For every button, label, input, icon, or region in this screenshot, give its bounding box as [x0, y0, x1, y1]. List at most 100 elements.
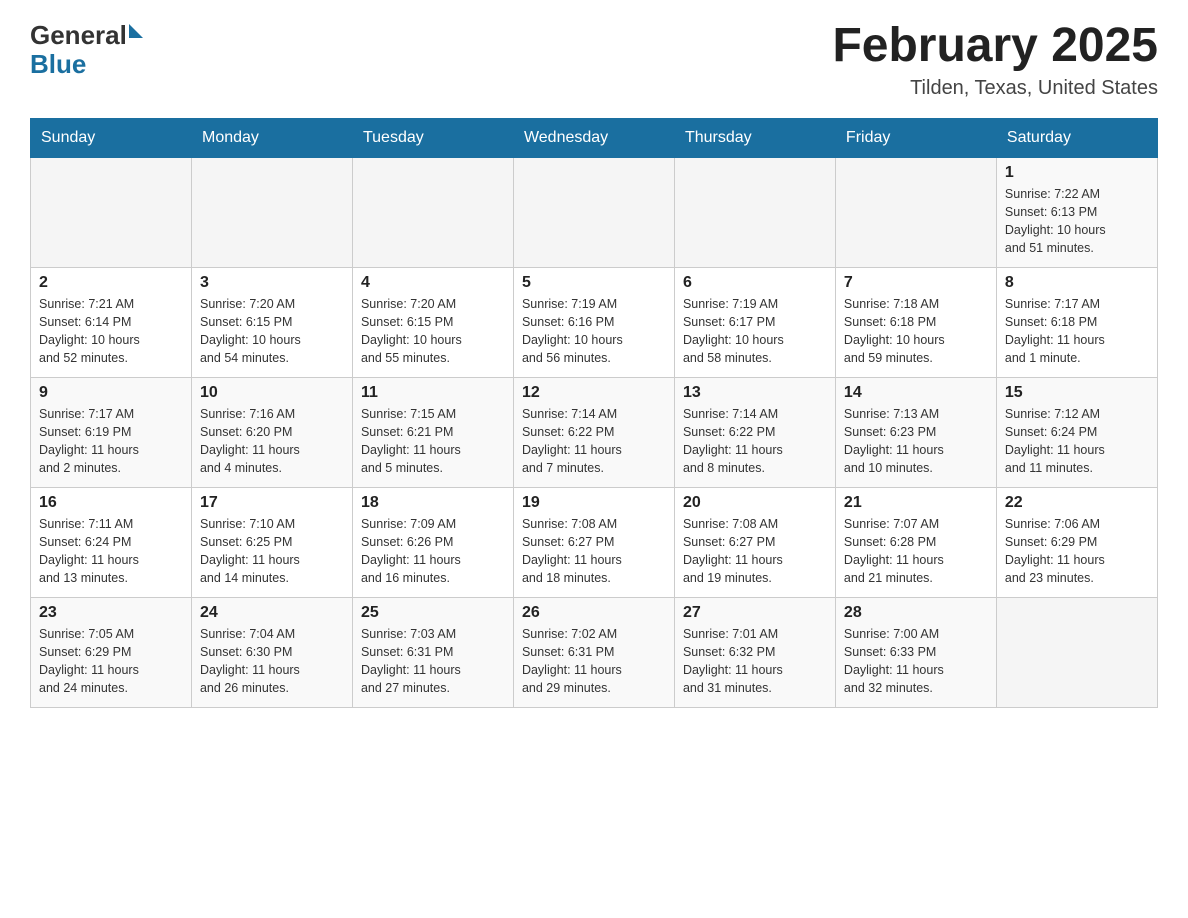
calendar-table: SundayMondayTuesdayWednesdayThursdayFrid… [30, 118, 1158, 708]
calendar-cell: 1 Sunrise: 7:22 AM Sunset: 6:13 PM Daylig… [996, 157, 1157, 267]
day-info: Sunrise: 7:20 AM Sunset: 6:15 PM Dayligh… [361, 295, 505, 368]
day-info: Sunrise: 7:08 AM Sunset: 6:27 PM Dayligh… [683, 515, 827, 588]
calendar-cell: 2Sunrise: 7:21 AM Sunset: 6:14 PM Daylig… [31, 267, 192, 377]
calendar-cell: 4 Sunrise: 7:20 AM Sunset: 6:15 PM Daylig… [352, 267, 513, 377]
calendar-cell: 26 Sunrise: 7:02 AM Sunset: 6:31 PM Dayli… [513, 597, 674, 707]
calendar-cell: 9Sunrise: 7:17 AM Sunset: 6:19 PM Daylig… [31, 377, 192, 487]
day-info: Sunrise: 7:04 AM Sunset: 6:30 PM Dayligh… [200, 625, 344, 698]
calendar-cell: 13 Sunrise: 7:14 AM Sunset: 6:22 PM Dayli… [674, 377, 835, 487]
calendar-cell: 3 Sunrise: 7:20 AM Sunset: 6:15 PM Daylig… [191, 267, 352, 377]
day-info: Sunrise: 7:03 AM Sunset: 6:31 PM Dayligh… [361, 625, 505, 698]
day-info: Sunrise: 7:07 AM Sunset: 6:28 PM Dayligh… [844, 515, 988, 588]
calendar-cell: 8 Sunrise: 7:17 AM Sunset: 6:18 PM Daylig… [996, 267, 1157, 377]
day-info: Sunrise: 7:10 AM Sunset: 6:25 PM Dayligh… [200, 515, 344, 588]
day-number: 4 [361, 274, 505, 292]
calendar-cell [835, 157, 996, 267]
day-info: Sunrise: 7:13 AM Sunset: 6:23 PM Dayligh… [844, 405, 988, 478]
day-info: Sunrise: 7:19 AM Sunset: 6:17 PM Dayligh… [683, 295, 827, 368]
day-number: 5 [522, 274, 666, 292]
day-number: 17 [200, 494, 344, 512]
day-number: 15 [1005, 384, 1149, 402]
day-number: 8 [1005, 274, 1149, 292]
calendar-cell: 27 Sunrise: 7:01 AM Sunset: 6:32 PM Dayli… [674, 597, 835, 707]
calendar-cell [996, 597, 1157, 707]
day-number: 27 [683, 604, 827, 622]
day-info: Sunrise: 7:16 AM Sunset: 6:20 PM Dayligh… [200, 405, 344, 478]
day-number: 13 [683, 384, 827, 402]
calendar-week-5: 23 Sunrise: 7:05 AM Sunset: 6:29 PM Dayli… [31, 597, 1158, 707]
logo-general-text: General [30, 20, 127, 51]
day-number: 18 [361, 494, 505, 512]
calendar-cell: 5 Sunrise: 7:19 AM Sunset: 6:16 PM Daylig… [513, 267, 674, 377]
day-info: Sunrise: 7:18 AM Sunset: 6:18 PM Dayligh… [844, 295, 988, 368]
calendar-cell: 21Sunrise: 7:07 AM Sunset: 6:28 PM Dayli… [835, 487, 996, 597]
calendar-cell: 10Sunrise: 7:16 AM Sunset: 6:20 PM Dayli… [191, 377, 352, 487]
day-number: 25 [361, 604, 505, 622]
calendar-cell: 12Sunrise: 7:14 AM Sunset: 6:22 PM Dayli… [513, 377, 674, 487]
calendar-location: Tilden, Texas, United States [832, 77, 1158, 100]
day-number: 12 [522, 384, 666, 402]
calendar-cell: 25 Sunrise: 7:03 AM Sunset: 6:31 PM Dayli… [352, 597, 513, 707]
weekday-header-friday: Friday [835, 118, 996, 157]
day-info: Sunrise: 7:02 AM Sunset: 6:31 PM Dayligh… [522, 625, 666, 698]
day-number: 24 [200, 604, 344, 622]
calendar-cell: 28 Sunrise: 7:00 AM Sunset: 6:33 PM Dayli… [835, 597, 996, 707]
day-info: Sunrise: 7:08 AM Sunset: 6:27 PM Dayligh… [522, 515, 666, 588]
day-number: 14 [844, 384, 988, 402]
calendar-cell: 22Sunrise: 7:06 AM Sunset: 6:29 PM Dayli… [996, 487, 1157, 597]
day-number: 22 [1005, 494, 1149, 512]
calendar-cell [31, 157, 192, 267]
weekday-header-tuesday: Tuesday [352, 118, 513, 157]
calendar-title: February 2025 [832, 20, 1158, 73]
day-info: Sunrise: 7:19 AM Sunset: 6:16 PM Dayligh… [522, 295, 666, 368]
weekday-header-monday: Monday [191, 118, 352, 157]
day-info: Sunrise: 7:11 AM Sunset: 6:24 PM Dayligh… [39, 515, 183, 588]
day-info: Sunrise: 7:01 AM Sunset: 6:32 PM Dayligh… [683, 625, 827, 698]
calendar-cell: 17 Sunrise: 7:10 AM Sunset: 6:25 PM Dayli… [191, 487, 352, 597]
calendar-cell: 14 Sunrise: 7:13 AM Sunset: 6:23 PM Dayli… [835, 377, 996, 487]
calendar-cell: 23 Sunrise: 7:05 AM Sunset: 6:29 PM Dayli… [31, 597, 192, 707]
day-info: Sunrise: 7:22 AM Sunset: 6:13 PM Dayligh… [1005, 185, 1149, 258]
weekday-header-row: SundayMondayTuesdayWednesdayThursdayFrid… [31, 118, 1158, 157]
day-number: 3 [200, 274, 344, 292]
day-number: 11 [361, 384, 505, 402]
day-info: Sunrise: 7:20 AM Sunset: 6:15 PM Dayligh… [200, 295, 344, 368]
day-info: Sunrise: 7:14 AM Sunset: 6:22 PM Dayligh… [683, 405, 827, 478]
calendar-cell: 24 Sunrise: 7:04 AM Sunset: 6:30 PM Dayli… [191, 597, 352, 707]
calendar-body: 1 Sunrise: 7:22 AM Sunset: 6:13 PM Daylig… [31, 157, 1158, 707]
day-info: Sunrise: 7:05 AM Sunset: 6:29 PM Dayligh… [39, 625, 183, 698]
calendar-week-1: 1 Sunrise: 7:22 AM Sunset: 6:13 PM Daylig… [31, 157, 1158, 267]
day-number: 23 [39, 604, 183, 622]
calendar-cell [513, 157, 674, 267]
calendar-cell [352, 157, 513, 267]
day-number: 7 [844, 274, 988, 292]
day-number: 2 [39, 274, 183, 292]
calendar-week-3: 9Sunrise: 7:17 AM Sunset: 6:19 PM Daylig… [31, 377, 1158, 487]
calendar-cell: 16Sunrise: 7:11 AM Sunset: 6:24 PM Dayli… [31, 487, 192, 597]
calendar-cell: 18Sunrise: 7:09 AM Sunset: 6:26 PM Dayli… [352, 487, 513, 597]
weekday-header-sunday: Sunday [31, 118, 192, 157]
calendar-cell: 15 Sunrise: 7:12 AM Sunset: 6:24 PM Dayli… [996, 377, 1157, 487]
calendar-cell: 19 Sunrise: 7:08 AM Sunset: 6:27 PM Dayli… [513, 487, 674, 597]
page-header: General Blue February 2025 Tilden, Texas… [30, 20, 1158, 100]
calendar-cell: 11 Sunrise: 7:15 AM Sunset: 6:21 PM Dayli… [352, 377, 513, 487]
logo-arrow-icon [129, 24, 143, 38]
weekday-header-wednesday: Wednesday [513, 118, 674, 157]
calendar-week-2: 2Sunrise: 7:21 AM Sunset: 6:14 PM Daylig… [31, 267, 1158, 377]
weekday-header-saturday: Saturday [996, 118, 1157, 157]
day-number: 19 [522, 494, 666, 512]
day-number: 26 [522, 604, 666, 622]
weekday-header-thursday: Thursday [674, 118, 835, 157]
calendar-week-4: 16Sunrise: 7:11 AM Sunset: 6:24 PM Dayli… [31, 487, 1158, 597]
day-info: Sunrise: 7:15 AM Sunset: 6:21 PM Dayligh… [361, 405, 505, 478]
day-number: 6 [683, 274, 827, 292]
title-block: February 2025 Tilden, Texas, United Stat… [832, 20, 1158, 100]
day-number: 28 [844, 604, 988, 622]
day-number: 1 [1005, 164, 1149, 182]
day-number: 20 [683, 494, 827, 512]
day-info: Sunrise: 7:17 AM Sunset: 6:18 PM Dayligh… [1005, 295, 1149, 368]
day-info: Sunrise: 7:00 AM Sunset: 6:33 PM Dayligh… [844, 625, 988, 698]
calendar-cell [191, 157, 352, 267]
calendar-cell [674, 157, 835, 267]
day-info: Sunrise: 7:12 AM Sunset: 6:24 PM Dayligh… [1005, 405, 1149, 478]
